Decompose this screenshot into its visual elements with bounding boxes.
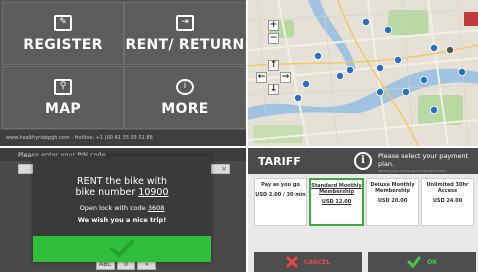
cancel-button[interactable]: CANCEL (254, 252, 362, 272)
ok-button[interactable]: OK (368, 252, 476, 272)
bike-number-prefix: bike number (75, 187, 136, 198)
rent-return-button[interactable]: ⇥ RENT/ RETURN (124, 2, 246, 65)
lock-code-line: Open lock with code 3608 (33, 204, 211, 212)
confirm-ok-button[interactable] (33, 236, 211, 262)
lock-code: 3608 (147, 204, 165, 212)
pencil-icon: ✎ (54, 14, 72, 31)
tariff-actions: CANCEL OK (254, 252, 476, 272)
pan-up-button[interactable]: ↑ (268, 60, 279, 71)
pin-entry-screen: Please enter your PIN code. × ABC 0 » RE… (0, 148, 246, 272)
info-icon: i (176, 78, 194, 95)
register-label: REGISTER (23, 36, 103, 53)
bike-number: 10900 (138, 187, 169, 198)
cancel-label: CANCEL (303, 258, 331, 266)
ok-label: OK (427, 258, 437, 266)
enter-icon: ⇥ (176, 14, 194, 31)
zoom-in-button[interactable]: + (268, 20, 279, 31)
checkmark-icon (110, 240, 134, 258)
hotline-footer: www.healthyridepgh.com - Hotline: +1 (00… (0, 130, 246, 146)
rent-message: RENT the bike with bike number 10900 (33, 176, 211, 198)
tariff-card-unlimited-30hr[interactable]: Unlimited 30hr Access USD 24.00 (421, 178, 474, 226)
more-label: MORE (161, 100, 209, 117)
register-button[interactable]: ✎ REGISTER (2, 2, 124, 65)
map-label: MAP (45, 100, 81, 117)
tariff-card-standard-monthly[interactable]: Standard Monthly Membership USD 12.00 (309, 178, 364, 226)
tariff-header: TARIFF i Please select your payment plan… (248, 148, 478, 174)
tariff-title: TARIFF (258, 155, 301, 168)
map-pin-icon: ⚲ (54, 78, 72, 95)
tariff-card-deluxe-monthly[interactable]: Deluxe Monthly Membership USD 20.00 (366, 178, 419, 226)
clear-pin-button[interactable]: × (221, 165, 227, 173)
zoom-out-button[interactable]: − (268, 33, 279, 44)
tariff-card-pay-as-you-go[interactable]: Pay as you go USD 2.00 / 30 min (254, 178, 307, 226)
tariff-card-price: USD 12.00 (321, 199, 352, 205)
info-icon[interactable]: i (354, 152, 372, 170)
close-icon (286, 256, 298, 268)
pan-down-button[interactable]: ↓ (268, 84, 279, 95)
tariff-card-price: USD 20.00 (377, 198, 408, 204)
nice-trip-message: We wish you a nice trip! (77, 216, 167, 224)
tariff-options: Pay as you go USD 2.00 / 30 min Standard… (254, 178, 474, 226)
tariff-card-price: USD 24.00 (432, 198, 463, 204)
tariff-subnote: Monthly plans will be valid in the 4th/m… (378, 169, 447, 173)
more-button[interactable]: i MORE (124, 66, 246, 129)
tariff-card-name: Standard Monthly Membership (311, 183, 362, 195)
tariff-card-price: USD 2.00 / 30 min (255, 192, 306, 198)
tariff-card-name: Deluxe Monthly Membership (370, 182, 415, 194)
tariff-prompt: Please select your payment plan. (378, 152, 469, 168)
map-close-button[interactable] (464, 12, 478, 26)
tariff-screen: TARIFF i Please select your payment plan… (248, 148, 478, 272)
lock-code-prefix: Open lock with code (79, 204, 146, 212)
map-button[interactable]: ⚲ MAP (2, 66, 124, 129)
pan-right-button[interactable]: → (280, 72, 291, 83)
checkmark-icon (407, 256, 421, 268)
station-map[interactable]: + − ↑ ← → ↓ (248, 0, 478, 146)
rent-return-label: RENT/ RETURN (125, 36, 245, 53)
tariff-card-name: Pay as you go (261, 182, 300, 188)
pan-left-button[interactable]: ← (256, 72, 267, 83)
rent-line-1: RENT the bike with (77, 176, 167, 187)
rent-line-2: bike number 10900 (33, 187, 211, 198)
main-menu-screen: ✎ REGISTER ⇥ RENT/ RETURN ⚲ MAP i MORE w… (0, 0, 246, 146)
rent-confirmation-dialog: RENT the bike with bike number 10900 Ope… (33, 156, 211, 262)
tariff-card-name: Unlimited 30hr Access (426, 182, 469, 194)
